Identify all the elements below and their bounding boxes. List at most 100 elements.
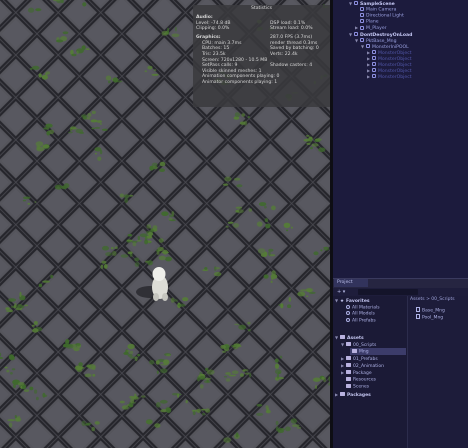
moss-patch <box>225 378 231 382</box>
moss-patch <box>76 343 81 346</box>
moss-patch <box>287 304 292 309</box>
moss-patch <box>87 113 92 117</box>
moss-patch <box>35 141 44 147</box>
stat-left: Clipping: 0.0% <box>196 26 230 32</box>
moss-patch <box>156 370 159 374</box>
hierarchy-item[interactable]: ▶ MonsterObject <box>367 56 412 62</box>
folder-item[interactable]: ▼ ★ Favorites <box>335 298 370 304</box>
moss-patch <box>144 70 148 73</box>
moss-patch <box>249 372 252 378</box>
moss-patch <box>233 223 239 228</box>
create-add-button[interactable]: + ▾ <box>337 289 345 295</box>
moss-patch <box>43 394 48 397</box>
folder-item[interactable]: ▼ Assets <box>335 335 364 341</box>
moss-patch <box>99 122 102 125</box>
folder-item[interactable]: ▶ Packages <box>335 392 371 398</box>
saved-search-item[interactable]: All Prefabs <box>341 317 376 324</box>
moss-patch <box>306 295 309 298</box>
moss-patch <box>149 360 155 365</box>
moss-patch <box>94 126 101 129</box>
folder-item[interactable]: ▼ 00_Scripts <box>341 342 376 348</box>
stat-row: Animator components playing: 1 <box>199 80 330 86</box>
moss-patch <box>41 74 49 80</box>
script-icon <box>416 313 420 319</box>
folder-icon <box>346 384 351 388</box>
tree-item-label: 01_Prefabs <box>353 357 378 362</box>
hierarchy-item[interactable]: ▶ MonsterObject <box>367 68 412 74</box>
moss-patch <box>311 143 319 147</box>
moss-patch <box>170 297 175 303</box>
asset-item[interactable]: Pool_Mng <box>416 313 443 322</box>
moss-patch <box>76 50 79 55</box>
moss-patch <box>174 26 177 32</box>
hierarchy-item[interactable]: Directional Light <box>355 13 404 19</box>
moss-patch <box>305 288 314 293</box>
moss-patch <box>8 298 17 302</box>
moss-patch <box>134 257 140 262</box>
hierarchy-item[interactable]: ▼ MonsterIniPOOL <box>361 44 409 50</box>
moss-patch <box>96 120 103 123</box>
folder-item[interactable]: Mng <box>347 349 369 355</box>
hierarchy-item[interactable]: Main Camera <box>355 7 396 13</box>
saved-search-item[interactable]: All Materials <box>341 304 380 311</box>
moss-patch <box>213 271 222 277</box>
hierarchy-item[interactable]: ▶ MonsterObject <box>367 62 412 68</box>
moss-patch <box>94 152 97 155</box>
folder-icon <box>352 349 357 353</box>
hierarchy-item[interactable]: ▼ PktBase_Mng <box>355 38 397 44</box>
moss-patch <box>44 72 48 76</box>
stat-right: Stream load: 0.0% <box>270 26 313 32</box>
moss-patch <box>65 339 70 345</box>
hierarchy-item[interactable]: ▼ SampleScene <box>349 1 395 7</box>
moss-patch <box>125 349 129 355</box>
hierarchy-item[interactable]: ▶ M_Player <box>355 25 387 31</box>
folder-item[interactable]: Resources <box>341 377 376 383</box>
moss-patch <box>265 409 271 414</box>
moss-patch <box>158 255 166 261</box>
moss-patch <box>323 246 329 249</box>
hierarchy-item[interactable]: ▼ DontDestroyOnLoad <box>349 32 412 38</box>
moss-patch <box>296 426 302 429</box>
moss-patch <box>147 65 153 70</box>
graphics-label: Graphics: <box>196 34 221 40</box>
moss-patch <box>192 411 196 416</box>
folder-item[interactable]: Scenes <box>341 384 369 390</box>
hierarchy-item[interactable]: ▶ MonsterObject <box>367 50 412 56</box>
moss-patch <box>220 344 226 349</box>
moss-patch <box>79 131 84 134</box>
moss-patch <box>236 209 244 214</box>
moss-patch <box>120 254 129 258</box>
moss-patch <box>137 353 141 357</box>
moss-patch <box>171 33 180 38</box>
moss-patch <box>199 376 206 380</box>
moss-patch <box>6 369 10 373</box>
moss-patch <box>62 31 69 35</box>
folder-item[interactable]: ▶ Package <box>341 370 372 376</box>
saved-search-item[interactable]: All Models <box>341 311 375 317</box>
moss-patch <box>112 77 119 83</box>
graphics-stats: CPU: main 3.7ms render thread 0.3ms Batche… <box>193 41 330 86</box>
breadcrumb[interactable]: Assets > 00_Scripts <box>410 297 455 303</box>
hierarchy-item[interactable]: Plane <box>355 19 379 25</box>
moss-patch <box>238 324 247 330</box>
tab-project[interactable]: Project <box>334 279 368 287</box>
moss-patch <box>247 116 250 119</box>
moss-patch <box>132 242 137 247</box>
moss-patch <box>155 402 161 408</box>
folder-item[interactable]: ▶ 01_Prefabs <box>341 356 378 362</box>
tree-item-label: Scenes <box>353 384 370 390</box>
folder-item[interactable]: ▶ 02_Animation <box>341 363 384 369</box>
gameobject-icon <box>372 56 376 61</box>
moss-patch <box>10 372 13 375</box>
moss-patch <box>315 385 317 389</box>
moss-patch <box>155 360 160 365</box>
gameobject-icon <box>360 25 364 30</box>
moss-patch <box>85 422 92 425</box>
moss-patch <box>202 413 206 416</box>
moss-patch <box>91 426 95 432</box>
moss-patch <box>7 419 16 422</box>
project-search-input[interactable] <box>358 289 418 295</box>
hierarchy-item[interactable]: ▶ MonsterObject <box>367 74 412 80</box>
folder-icon <box>340 335 345 339</box>
moss-patch <box>121 405 129 410</box>
